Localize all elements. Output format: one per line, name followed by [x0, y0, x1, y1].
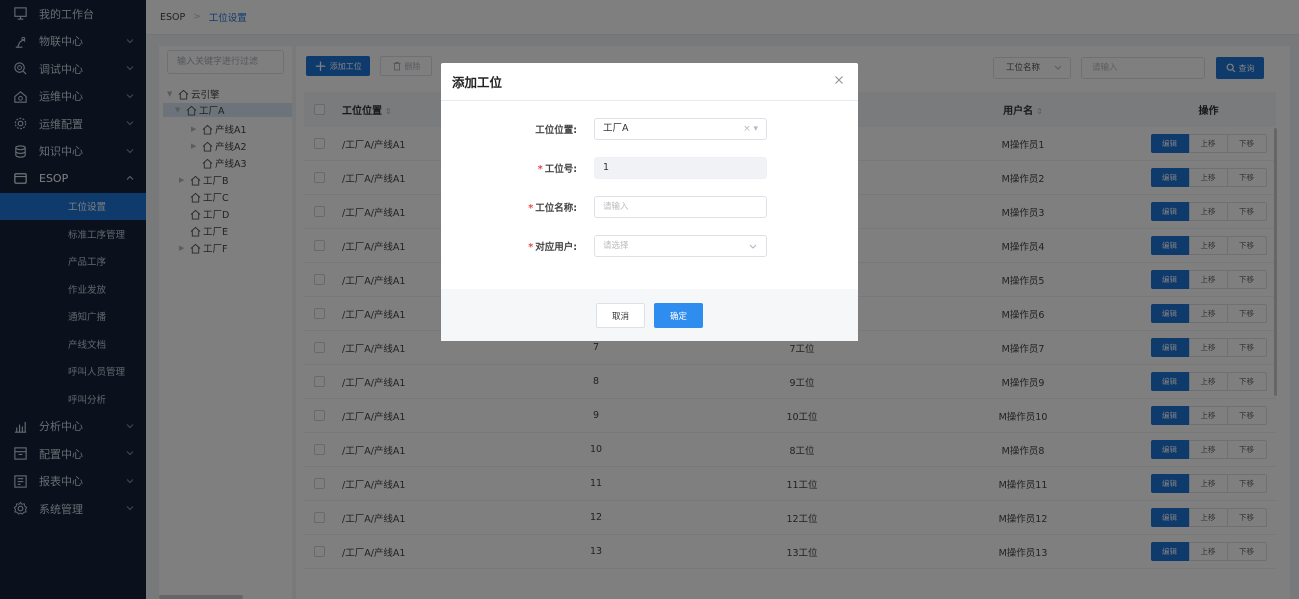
- close-icon[interactable]: [834, 75, 844, 85]
- position-form-row: 工位位置: 工厂A × ▾: [441, 118, 858, 140]
- confirm-button[interactable]: 确定: [654, 303, 703, 328]
- required-mark: *: [528, 242, 534, 253]
- user-select[interactable]: 请选择: [594, 235, 767, 257]
- name-form-row: * 工位名称: 请输入: [441, 196, 858, 218]
- cancel-button[interactable]: 取消: [596, 303, 645, 328]
- required-mark: *: [537, 164, 543, 175]
- number-form-row: * 工位号: 1: [441, 157, 858, 179]
- clear-chevron-icon[interactable]: × ▾: [743, 119, 758, 139]
- dialog-title: 添加工位: [441, 63, 858, 101]
- station-number-field: 1: [594, 157, 767, 179]
- position-select[interactable]: 工厂A × ▾: [594, 118, 767, 140]
- number-label: * 工位号:: [441, 161, 585, 175]
- add-station-dialog: 添加工位 工位位置: 工厂A × ▾ * 工位号: 1 * 工位名称: 请输入 * 对…: [441, 63, 858, 341]
- station-name-input[interactable]: 请输入: [594, 196, 767, 218]
- required-mark: *: [528, 203, 534, 214]
- name-label: * 工位名称:: [441, 200, 585, 214]
- chevron-down-icon: [749, 244, 757, 249]
- number-label-text: 工位号:: [544, 164, 577, 175]
- user-form-row: * 对应用户: 请选择: [441, 235, 858, 257]
- user-label-text: 对应用户:: [535, 242, 577, 253]
- position-label: 工位位置:: [535, 125, 577, 136]
- user-label: * 对应用户:: [441, 239, 585, 253]
- user-select-placeholder: 请选择: [603, 241, 629, 251]
- name-label-text: 工位名称:: [535, 203, 577, 214]
- position-select-value: 工厂A: [603, 123, 629, 134]
- dialog-footer: [441, 289, 858, 341]
